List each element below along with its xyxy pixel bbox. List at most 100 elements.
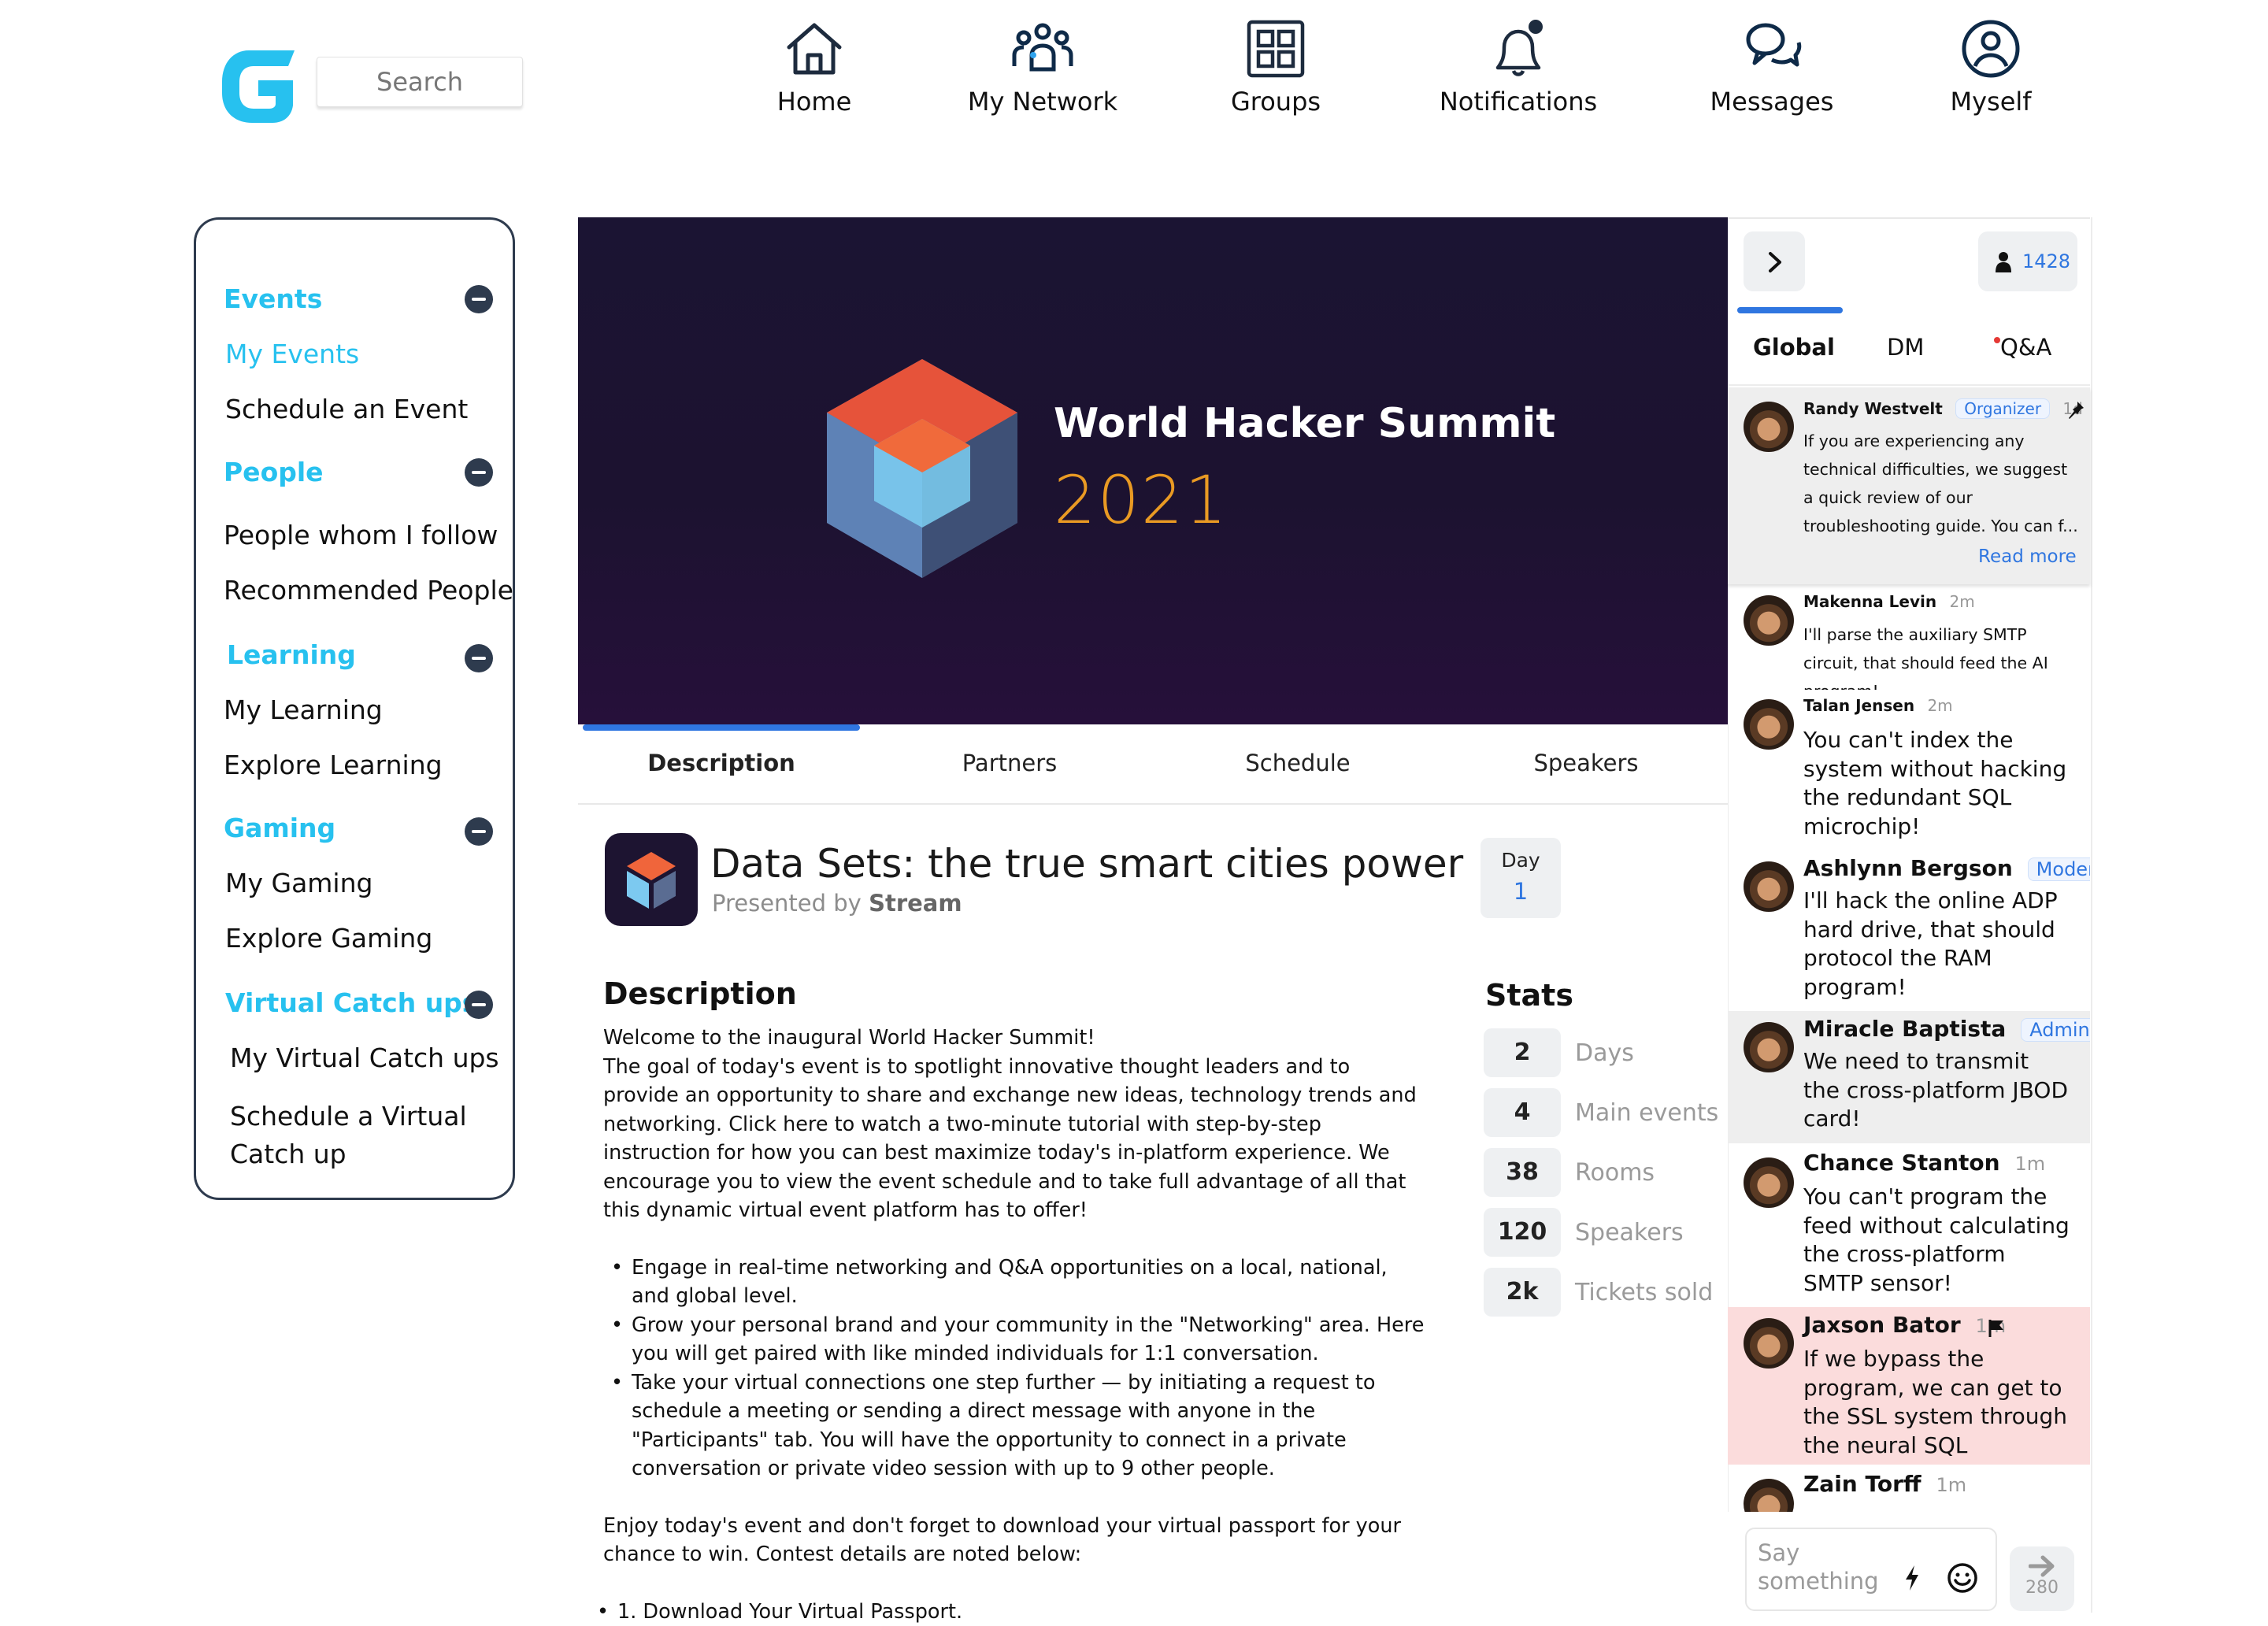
collapse-events-icon[interactable] — [465, 285, 493, 313]
description-steps: 1. Download Your Virtual Passport. — [603, 1598, 1430, 1626]
chat-tabs-divider — [1728, 384, 2090, 386]
sidebar-section-people[interactable]: People — [224, 457, 324, 487]
sidebar-section-gaming[interactable]: Gaming — [224, 813, 335, 843]
sidebar-item-schedule-event[interactable]: Schedule an Event — [225, 394, 468, 424]
avatar[interactable] — [1744, 699, 1794, 750]
collapse-virtual-catch-ups-icon[interactable] — [465, 991, 493, 1019]
presented-by-label: Presented by — [712, 890, 862, 917]
flag-icon[interactable] — [1988, 1318, 2005, 1339]
avatar[interactable] — [1744, 1157, 1794, 1208]
chat-tab-global[interactable]: Global — [1753, 334, 1835, 361]
tabs-divider — [578, 803, 1728, 805]
hero-year: 2021 — [1054, 461, 1228, 539]
messages-icon — [1740, 19, 1803, 79]
search-input[interactable]: Search — [317, 57, 523, 107]
chat-message[interactable]: Miracle Baptista Admin 2r We need to tra… — [1728, 1011, 2090, 1143]
message-time: 2m — [1949, 592, 1974, 611]
message-text: We need to transmit the cross-platform J… — [1803, 1047, 2071, 1134]
chat-tab-qa[interactable]: Q&A — [2000, 334, 2051, 361]
collapse-learning-icon[interactable] — [465, 644, 493, 672]
nav-myself[interactable]: Myself — [1888, 19, 2093, 129]
avatar[interactable] — [1744, 1479, 1794, 1512]
session-logo — [605, 833, 698, 926]
collapse-gaming-icon[interactable] — [465, 817, 493, 846]
character-count: 280 — [2010, 1578, 2074, 1598]
tab-description[interactable]: Description — [580, 750, 863, 776]
chat-message[interactable]: Chance Stanton 1m You can't program the … — [1728, 1146, 2090, 1304]
message-author[interactable]: Makenna Levin — [1803, 592, 1936, 611]
role-badge: Moderato — [2028, 857, 2090, 881]
bullet-item: Take your virtual connections one step f… — [632, 1369, 1430, 1483]
sidebar-item-explore-learning[interactable]: Explore Learning — [224, 750, 443, 780]
sidebar-item-my-learning[interactable]: My Learning — [224, 694, 383, 725]
day-badge: Day 1 — [1480, 838, 1561, 918]
nav-groups[interactable]: Groups — [1173, 19, 1378, 129]
message-text: If we bypass the program, we can get to … — [1803, 1345, 2079, 1465]
chat-top-border — [1728, 217, 2090, 219]
stat-tickets-label: Tickets sold — [1575, 1279, 1713, 1306]
nav-notifications-label: Notifications — [1416, 87, 1621, 117]
chat-tab-dm[interactable]: DM — [1887, 334, 1924, 361]
message-author[interactable]: Chance Stanton — [1803, 1150, 2000, 1176]
emoji-icon[interactable] — [1947, 1562, 1978, 1594]
avatar[interactable] — [1744, 861, 1794, 912]
sidebar-item-my-virtual-catch-ups[interactable]: My Virtual Catch ups — [230, 1043, 499, 1073]
stat-days-label: Days — [1575, 1039, 1634, 1067]
avatar[interactable] — [1744, 595, 1794, 646]
role-badge: Admin — [2021, 1018, 2090, 1042]
chat-message[interactable]: Makenna Levin 2m I'll parse the auxiliar… — [1728, 587, 2090, 690]
chat-message[interactable]: Jaxson Bator 1m If we bypass the program… — [1728, 1307, 2090, 1465]
send-button[interactable]: 280 — [2010, 1546, 2074, 1611]
sidebar-item-my-gaming[interactable]: My Gaming — [225, 868, 372, 898]
tab-schedule[interactable]: Schedule — [1156, 750, 1440, 776]
collapse-people-icon[interactable] — [465, 458, 493, 487]
lightning-icon[interactable] — [1903, 1564, 1922, 1592]
chat-message[interactable]: Ashlynn Bergson Moderato I'll hack the o… — [1728, 852, 2090, 1009]
avatar[interactable] — [1744, 1022, 1794, 1072]
avatar[interactable] — [1744, 1318, 1794, 1369]
stat-speakers-value: 120 — [1484, 1208, 1561, 1257]
session-title: Data Sets: the true smart cities power — [710, 841, 1463, 887]
sidebar-item-explore-gaming[interactable]: Explore Gaming — [225, 923, 432, 954]
person-icon — [1994, 250, 2013, 272]
tab-speakers[interactable]: Speakers — [1444, 750, 1728, 776]
presenter-name[interactable]: Stream — [869, 890, 962, 917]
read-more-link[interactable]: Read more — [1978, 546, 2077, 567]
session-presenter: Presented by Stream — [712, 890, 962, 917]
chat-message[interactable]: Zain Torff 1m — [1728, 1466, 2090, 1512]
participant-count-button[interactable]: 1428 — [1978, 231, 2077, 291]
app-logo[interactable] — [217, 46, 301, 128]
sidebar-item-recommended-people[interactable]: Recommended People — [224, 575, 513, 606]
collapse-chat-button[interactable] — [1744, 231, 1805, 291]
nav-notifications[interactable]: Notifications — [1416, 19, 1621, 129]
avatar[interactable] — [1744, 402, 1794, 452]
nav-home[interactable]: Home — [712, 19, 917, 129]
bullet-item: Grow your personal brand and your commun… — [632, 1311, 1430, 1369]
message-text: You can't index the system without hacki… — [1803, 726, 2079, 841]
message-author[interactable]: Talan Jensen — [1803, 696, 1914, 715]
send-arrow-icon — [2029, 1554, 2055, 1578]
message-author[interactable]: Randy Westvelt — [1803, 399, 1943, 418]
nav-my-network-label: My Network — [940, 87, 1145, 117]
stats-heading: Stats — [1485, 978, 1573, 1013]
sidebar-item-my-events[interactable]: My Events — [225, 339, 359, 369]
nav-my-network[interactable]: My Network — [940, 19, 1145, 129]
chevron-right-icon — [1764, 250, 1786, 274]
message-author[interactable]: Ashlynn Bergson — [1803, 855, 2013, 881]
message-author[interactable]: Miracle Baptista — [1803, 1016, 2006, 1042]
message-time: 2m — [1927, 696, 1952, 715]
sidebar-section-events[interactable]: Events — [224, 283, 322, 314]
sidebar-section-learning[interactable]: Learning — [227, 639, 356, 670]
sidebar-item-schedule-virtual-catch-up[interactable]: Schedule a Virtual Catch up — [230, 1098, 498, 1173]
pin-icon[interactable] — [2066, 400, 2085, 420]
chat-message[interactable]: Talan Jensen 2m You can't index the syst… — [1728, 691, 2090, 849]
nav-messages[interactable]: Messages — [1670, 19, 1874, 129]
sidebar-item-people-follow[interactable]: People whom I follow — [224, 520, 498, 550]
message-author[interactable]: Jaxson Bator — [1803, 1312, 1961, 1338]
chat-message[interactable]: Randy Westvelt Organizer 1d If you are e… — [1728, 387, 2090, 584]
home-icon — [783, 19, 846, 79]
tab-partners[interactable]: Partners — [868, 750, 1151, 776]
message-author[interactable]: Zain Torff — [1803, 1471, 1922, 1497]
stat-rooms-value: 38 — [1484, 1148, 1561, 1197]
sidebar-section-virtual-catch-ups[interactable]: Virtual Catch ups — [225, 987, 477, 1018]
